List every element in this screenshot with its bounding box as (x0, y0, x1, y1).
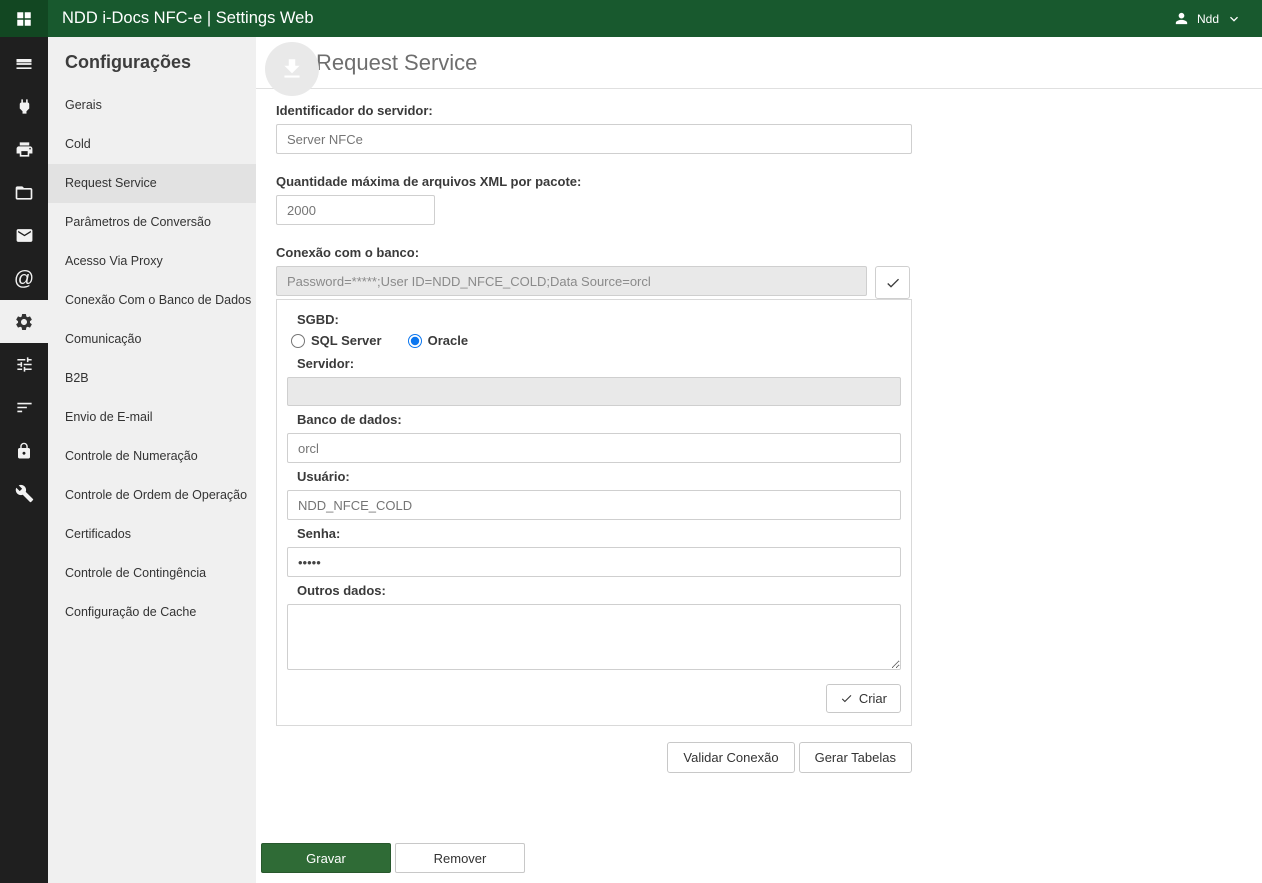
sidebar-item-certificados[interactable]: Certificados (48, 515, 256, 554)
usuario-input[interactable] (287, 490, 901, 520)
max-xml-label: Quantidade máxima de arquivos XML por pa… (276, 174, 1262, 189)
gravar-button[interactable]: Gravar (261, 843, 391, 873)
sort-icon (15, 398, 34, 417)
radio-oracle[interactable] (408, 334, 422, 348)
connection-confirm-button[interactable] (875, 266, 910, 299)
senha-input[interactable] (287, 547, 901, 577)
download-icon (279, 56, 305, 82)
sidebar-item-controle-ordem[interactable]: Controle de Ordem de Operação (48, 476, 256, 515)
server-id-label: Identificador do servidor: (276, 103, 1262, 118)
radio-sqlserver-label: SQL Server (311, 333, 382, 348)
usuario-label: Usuário: (297, 469, 901, 484)
rail-item-plug[interactable] (0, 85, 48, 128)
request-service-badge (265, 42, 319, 96)
request-service-form: Identificador do servidor: Quantidade má… (256, 89, 1262, 773)
radio-oracle-label: Oracle (428, 333, 468, 348)
sidebar-item-cold[interactable]: Cold (48, 125, 256, 164)
criar-button[interactable]: Criar (826, 684, 901, 713)
connection-row (276, 266, 1262, 299)
footer-actions: Gravar Remover (261, 843, 525, 873)
sgbd-radio-group: SQL Server Oracle (291, 333, 901, 348)
topbar: NDD i-Docs NFC-e | Settings Web Ndd (0, 0, 1262, 37)
sgbd-label: SGBD: (297, 312, 901, 327)
connection-string-input (276, 266, 867, 296)
apps-grid-icon (15, 10, 33, 28)
sidebar-item-conexao-banco[interactable]: Conexão Com o Banco de Dados (48, 281, 256, 320)
connection-actions: Validar Conexão Gerar Tabelas (276, 742, 912, 773)
validar-conexao-button[interactable]: Validar Conexão (667, 742, 794, 773)
icon-rail: @ (0, 37, 48, 883)
radio-sqlserver[interactable] (291, 334, 305, 348)
menu-toggle-button[interactable] (0, 42, 48, 85)
servidor-label: Servidor: (297, 356, 901, 371)
main-content: Request Service Identificador do servido… (256, 37, 1262, 883)
sidebar-item-request-service[interactable]: Request Service (48, 164, 256, 203)
envelope-icon (15, 226, 34, 245)
outros-dados-label: Outros dados: (297, 583, 901, 598)
servidor-input (287, 377, 901, 406)
radio-option-oracle[interactable]: Oracle (408, 333, 468, 348)
gerar-tabelas-button[interactable]: Gerar Tabelas (799, 742, 912, 773)
sidebar-item-acesso-proxy[interactable]: Acesso Via Proxy (48, 242, 256, 281)
senha-label: Senha: (297, 526, 901, 541)
check-icon (840, 692, 853, 705)
check-icon (885, 275, 901, 291)
criar-button-label: Criar (859, 691, 887, 706)
rail-item-sliders[interactable] (0, 343, 48, 386)
remover-button[interactable]: Remover (395, 843, 525, 873)
sidebar-heading: Configurações (48, 37, 256, 86)
app-title: NDD i-Docs NFC-e | Settings Web (62, 9, 314, 28)
sidebar-item-controle-numeracao[interactable]: Controle de Numeração (48, 437, 256, 476)
rail-item-at[interactable]: @ (0, 257, 48, 300)
rail-item-mail[interactable] (0, 214, 48, 257)
rail-item-tools[interactable] (0, 472, 48, 515)
banco-input[interactable] (287, 433, 901, 463)
max-xml-input[interactable] (276, 195, 435, 225)
sliders-icon (15, 355, 34, 374)
user-icon (1173, 10, 1190, 27)
criar-row: Criar (287, 684, 901, 713)
user-menu[interactable]: Ndd (1173, 10, 1262, 27)
rail-item-list[interactable] (0, 386, 48, 429)
page-title: Request Service (316, 50, 477, 76)
chevron-down-icon (1226, 11, 1242, 27)
wrench-icon (15, 484, 34, 503)
sidebar-item-gerais[interactable]: Gerais (48, 86, 256, 125)
max-xml-group: Quantidade máxima de arquivos XML por pa… (276, 174, 1262, 225)
connection-detail-panel: SGBD: SQL Server Oracle Servidor: Banco … (276, 299, 912, 726)
sidebar-item-configuracao-cache[interactable]: Configuração de Cache (48, 593, 256, 632)
folder-open-icon (14, 183, 34, 203)
printer-icon (15, 140, 34, 159)
banco-label: Banco de dados: (297, 412, 901, 427)
sidebar-item-comunicacao[interactable]: Comunicação (48, 320, 256, 359)
plug-icon (15, 97, 34, 116)
server-id-group: Identificador do servidor: (276, 103, 1262, 154)
rail-item-printer[interactable] (0, 128, 48, 171)
sidebar-item-envio-email[interactable]: Envio de E-mail (48, 398, 256, 437)
outros-dados-textarea[interactable] (287, 604, 901, 670)
connection-group: Conexão com o banco: (276, 245, 1262, 299)
gear-icon (14, 312, 34, 332)
sidebar-item-parametros-conversao[interactable]: Parâmetros de Conversão (48, 203, 256, 242)
lock-icon (15, 442, 33, 460)
rail-item-security[interactable] (0, 429, 48, 472)
app-launcher-button[interactable] (0, 0, 48, 37)
sidebar-item-b2b[interactable]: B2B (48, 359, 256, 398)
radio-option-sqlserver[interactable]: SQL Server (291, 333, 382, 348)
connection-label: Conexão com o banco: (276, 245, 1262, 260)
rail-item-folder[interactable] (0, 171, 48, 214)
rail-item-settings[interactable] (0, 300, 48, 343)
sidebar: Configurações Gerais Cold Request Servic… (48, 37, 256, 883)
at-icon: @ (14, 269, 34, 289)
user-name: Ndd (1197, 12, 1219, 26)
page-header: Request Service (256, 37, 1262, 89)
server-id-input[interactable] (276, 124, 912, 154)
sidebar-item-controle-contingencia[interactable]: Controle de Contingência (48, 554, 256, 593)
menu-icon (14, 54, 34, 74)
